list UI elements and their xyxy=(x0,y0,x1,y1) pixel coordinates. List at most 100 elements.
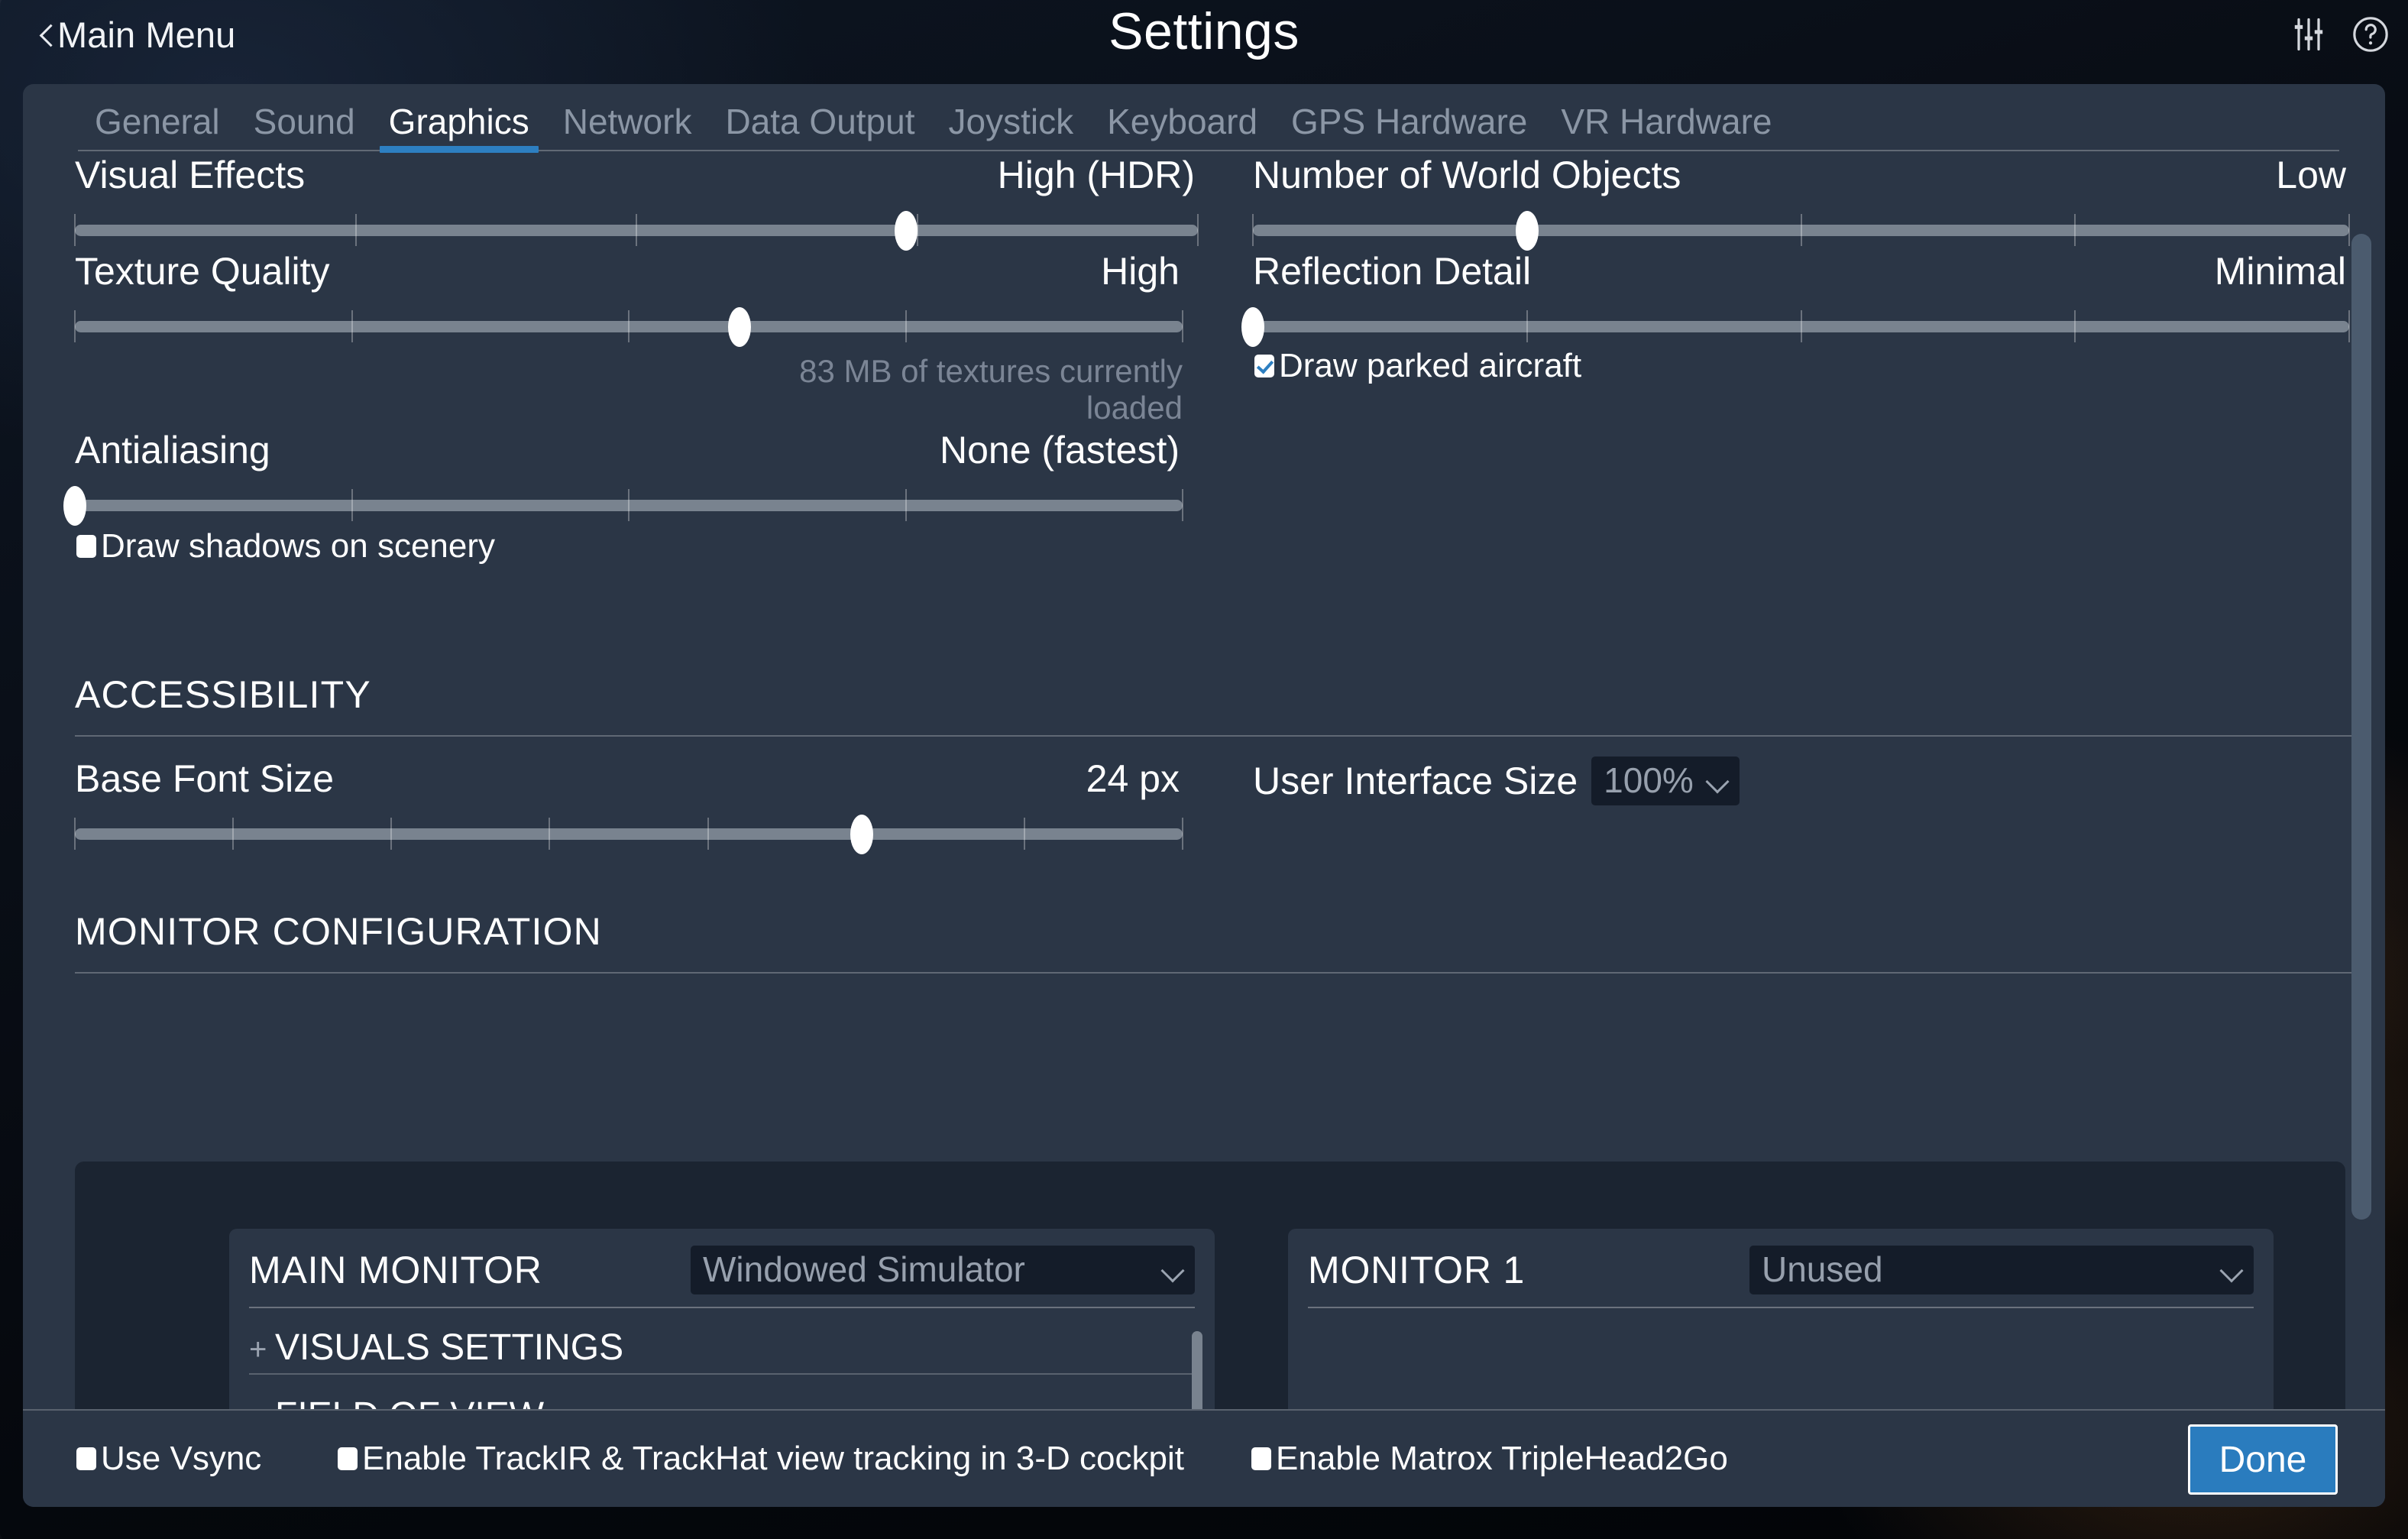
expand-plus-icon: + xyxy=(249,1333,267,1366)
visual-effects-slider[interactable] xyxy=(74,211,1199,251)
setting-base-font-size: Base Font Size 24 px xyxy=(74,757,1183,854)
checkbox-use-vsync[interactable]: Use Vsync xyxy=(76,1440,261,1478)
monitor-1-title: MONITOR 1 xyxy=(1308,1249,1526,1291)
slider-ticks xyxy=(1252,310,2350,342)
texture-quality-slider[interactable] xyxy=(74,307,1183,347)
chevron-down-icon xyxy=(2220,1262,2243,1276)
checkbox-enable-matrox-triplehead2go[interactable]: Enable Matrox TripleHead2Go xyxy=(1251,1440,1728,1478)
slider-tick xyxy=(354,214,357,246)
settings-panel: General Sound Graphics Network Data Outp… xyxy=(23,84,2385,1507)
base-font-size-label: Base Font Size xyxy=(75,757,335,800)
accessibility-heading: ACCESSIBILITY xyxy=(75,673,371,716)
slider-handle[interactable] xyxy=(850,815,873,854)
tab-joystick[interactable]: Joystick xyxy=(932,101,1091,150)
slider-tick xyxy=(1182,310,1183,342)
base-font-size-slider[interactable] xyxy=(74,815,1183,854)
tab-network[interactable]: Network xyxy=(546,101,709,150)
slider-handle[interactable] xyxy=(1515,211,1539,251)
slider-tick xyxy=(628,489,630,521)
tree-item-label: VISUALS SETTINGS xyxy=(275,1327,624,1368)
slider-tick xyxy=(74,818,76,850)
antialiasing-slider[interactable] xyxy=(63,486,1183,526)
slider-handle[interactable] xyxy=(728,307,751,347)
section-divider xyxy=(75,735,2351,737)
slider-tick xyxy=(1800,214,1802,246)
slider-tick xyxy=(1800,310,1802,342)
monitor-configuration-box: MAIN MONITOR Windowed Simulator + VISUAL… xyxy=(75,1162,2345,1430)
visual-effects-label: Visual Effects xyxy=(75,154,306,196)
tree-item-visuals-settings[interactable]: + VISUALS SETTINGS xyxy=(249,1327,1195,1375)
checkbox-box-icon[interactable] xyxy=(1254,355,1274,377)
world-objects-slider[interactable] xyxy=(1252,211,2350,251)
tab-general[interactable]: General xyxy=(78,101,237,150)
checkbox-enable-trackir[interactable]: Enable TrackIR & TrackHat view tracking … xyxy=(338,1440,1184,1478)
slider-tick xyxy=(1182,489,1183,521)
slider-tick xyxy=(1197,214,1199,246)
app-header: Main Menu Settings xyxy=(0,0,2408,86)
page-title: Settings xyxy=(1109,2,1299,60)
tab-graphics[interactable]: Graphics xyxy=(372,101,546,153)
slider-ticks xyxy=(74,214,1199,246)
checkbox-box-icon[interactable] xyxy=(76,1447,96,1470)
settings-bottom-bar: Use Vsync Enable TrackIR & TrackHat view… xyxy=(23,1409,2385,1507)
checkbox-label: Enable Matrox TripleHead2Go xyxy=(1276,1440,1728,1477)
setting-reflection-detail: Reflection Detail Minimal xyxy=(1241,249,2350,347)
card-divider xyxy=(1308,1307,2254,1308)
checkbox-box-icon[interactable] xyxy=(76,535,96,558)
slider-ticks xyxy=(1252,214,2350,246)
tab-gps-hardware[interactable]: GPS Hardware xyxy=(1274,101,1544,150)
slider-handle[interactable] xyxy=(894,211,918,251)
world-objects-value: Low xyxy=(2276,154,2346,196)
tab-sound[interactable]: Sound xyxy=(237,101,372,150)
texture-memory-status: 83 MB of textures currently loaded xyxy=(799,353,1183,426)
help-circle-icon[interactable] xyxy=(2350,14,2391,59)
checkbox-label: Enable TrackIR & TrackHat view tracking … xyxy=(362,1440,1184,1477)
settings-tabbar: General Sound Graphics Network Data Outp… xyxy=(23,84,2385,153)
tab-keyboard[interactable]: Keyboard xyxy=(1090,101,1274,150)
slider-tick xyxy=(2074,310,2076,342)
monitor-card-main: MAIN MONITOR Windowed Simulator + VISUAL… xyxy=(229,1229,1215,1430)
tab-vr-hardware[interactable]: VR Hardware xyxy=(1544,101,1788,150)
monitor-1-mode-dropdown[interactable]: Unused xyxy=(1749,1246,2254,1294)
ui-size-dropdown[interactable]: 100% xyxy=(1591,757,1740,805)
main-monitor-title: MAIN MONITOR xyxy=(249,1249,542,1291)
slider-tick xyxy=(549,818,551,850)
slider-tick xyxy=(74,310,76,342)
monitor-configuration-heading: MONITOR CONFIGURATION xyxy=(75,910,602,953)
setting-texture-quality: Texture Quality High 83 MB of textures c… xyxy=(74,249,1183,427)
setting-number-of-world-objects: Number of World Objects Low xyxy=(1252,153,2350,251)
visual-effects-value: High (HDR) xyxy=(997,154,1195,196)
slider-ticks xyxy=(74,489,1183,521)
slider-tick xyxy=(2348,214,2350,246)
slider-ticks xyxy=(74,818,1183,850)
main-monitor-mode-dropdown[interactable]: Windowed Simulator xyxy=(691,1246,1195,1294)
chevron-down-icon xyxy=(1706,773,1729,787)
reflection-detail-slider[interactable] xyxy=(1241,307,2350,347)
slider-handle[interactable] xyxy=(63,486,86,526)
done-button[interactable]: Done xyxy=(2188,1424,2338,1495)
reflection-detail-label: Reflection Detail xyxy=(1253,250,1532,293)
accessibility-section: ACCESSIBILITY xyxy=(75,672,2351,737)
slider-tick xyxy=(2348,310,2350,342)
checkbox-box-icon[interactable] xyxy=(1251,1447,1271,1470)
slider-tick xyxy=(232,818,235,850)
slider-tick xyxy=(351,489,353,521)
slider-tick xyxy=(707,818,709,850)
monitor-1-mode-value: Unused xyxy=(1762,1249,1883,1289)
tab-data-output[interactable]: Data Output xyxy=(708,101,931,150)
checkbox-draw-parked-aircraft[interactable]: Draw parked aircraft xyxy=(1254,347,1581,385)
section-divider xyxy=(75,972,2351,974)
checkbox-draw-shadows-on-scenery[interactable]: Draw shadows on scenery xyxy=(76,527,495,565)
slider-handle[interactable] xyxy=(1241,307,1264,347)
setting-user-interface-size: User Interface Size 100% xyxy=(1253,757,1740,805)
settings-scrollbar[interactable] xyxy=(2351,234,2371,1220)
checkbox-box-icon[interactable] xyxy=(338,1447,358,1470)
texture-quality-label: Texture Quality xyxy=(75,250,330,293)
monitor-configuration-section: MONITOR CONFIGURATION xyxy=(75,909,2351,974)
slider-tick xyxy=(351,310,353,342)
ui-size-value: 100% xyxy=(1604,760,1694,800)
checkbox-label: Draw parked aircraft xyxy=(1279,347,1582,384)
sliders-icon[interactable] xyxy=(2289,15,2329,58)
base-font-size-value: 24 px xyxy=(1086,757,1180,800)
header-icon-group xyxy=(2289,14,2391,59)
